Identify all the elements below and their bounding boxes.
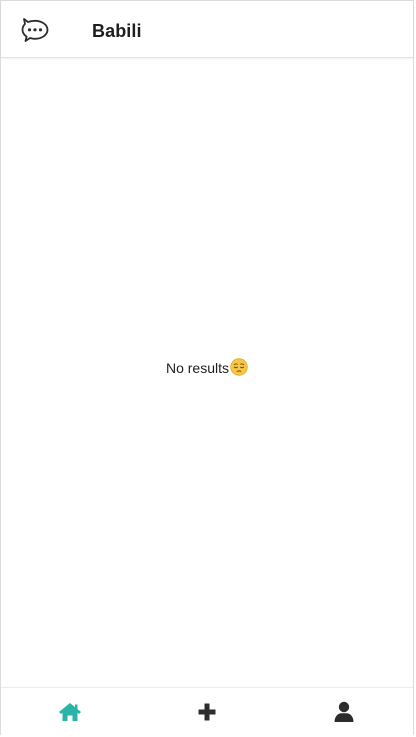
tab-add[interactable] <box>138 688 275 736</box>
tab-profile[interactable] <box>275 688 412 736</box>
main-content: No results <box>1 59 413 687</box>
tab-home[interactable] <box>1 688 138 736</box>
app-title: Babili <box>92 21 142 41</box>
app-frame: Babili No results <box>0 0 414 735</box>
pensive-face-emoji <box>230 358 248 376</box>
empty-state: No results <box>1 358 413 378</box>
bottom-tab-bar <box>1 687 413 735</box>
home-icon <box>58 703 81 721</box>
chat-bubble-icon[interactable] <box>20 17 50 43</box>
user-icon <box>334 701 353 722</box>
empty-state-text: No results <box>165 360 230 376</box>
plus-icon <box>198 703 215 721</box>
app-header: Babili <box>1 1 413 58</box>
